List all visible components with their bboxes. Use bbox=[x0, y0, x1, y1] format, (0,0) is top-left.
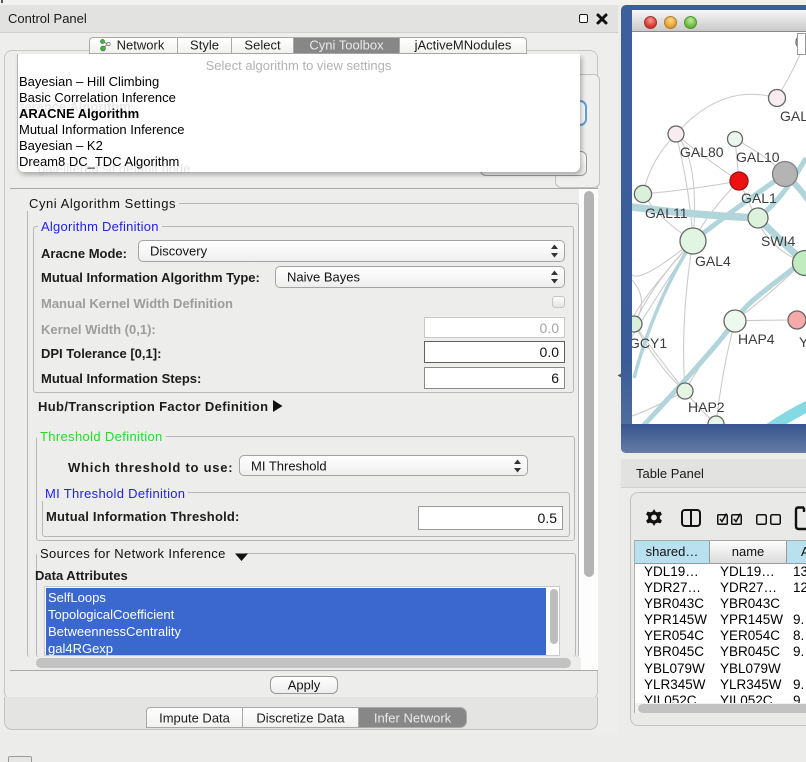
svg-text:GAL: GAL bbox=[780, 108, 806, 124]
svg-text:GAL80: GAL80 bbox=[680, 144, 724, 160]
svg-text:GAL11: GAL11 bbox=[645, 205, 688, 221]
svg-text:HAP2: HAP2 bbox=[688, 399, 725, 415]
svg-text:HAP4: HAP4 bbox=[738, 331, 775, 347]
svg-text:GAL4: GAL4 bbox=[695, 253, 731, 269]
svg-text:GAL1: GAL1 bbox=[741, 190, 777, 206]
svg-text:GAL10: GAL10 bbox=[736, 149, 780, 165]
svg-text:GCY1: GCY1 bbox=[632, 335, 667, 351]
svg-text:SWI4: SWI4 bbox=[761, 233, 795, 249]
svg-text:Y: Y bbox=[799, 334, 806, 350]
